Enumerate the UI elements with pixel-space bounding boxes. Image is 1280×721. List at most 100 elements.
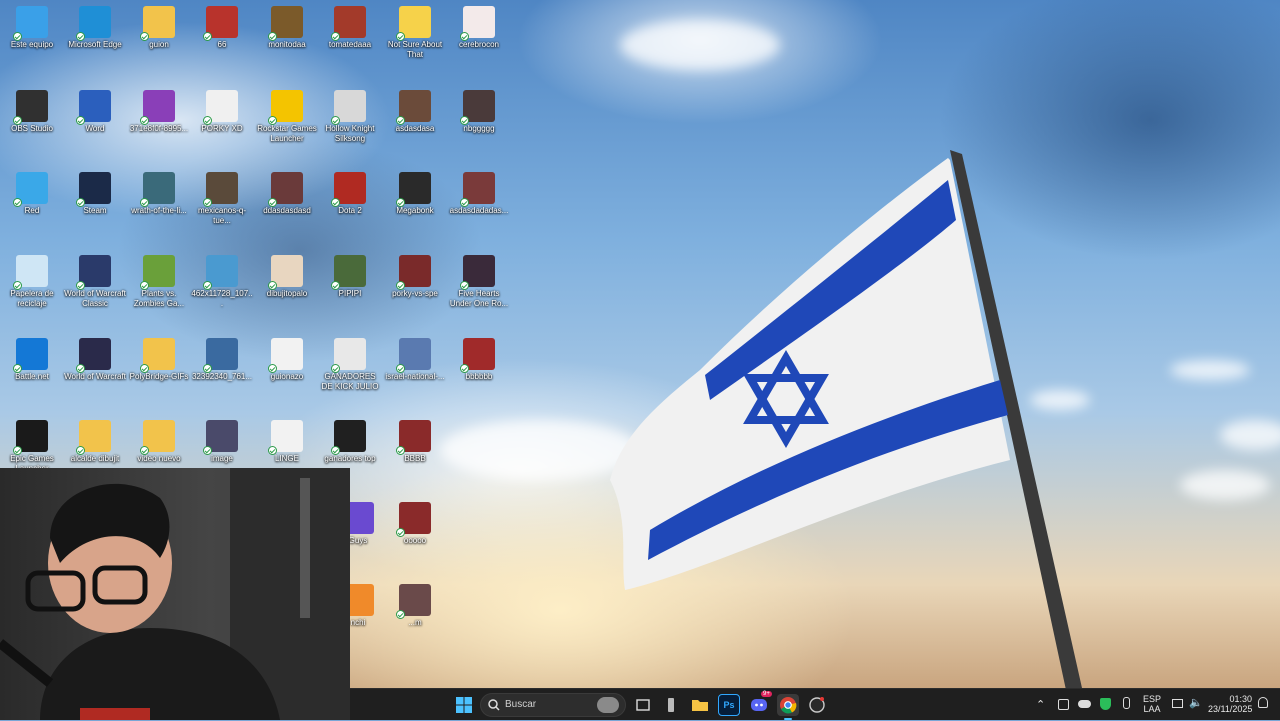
desktop-icon[interactable]: Rockstar Games Launcher (255, 86, 319, 166)
desktop-icon-label: Papelera de reciclaje (10, 289, 54, 308)
windows-logo-icon (456, 697, 472, 713)
desktop-icon[interactable]: Not Sure About That (383, 2, 447, 82)
desktop-icon[interactable]: GANADORES DE KICK JULIO (318, 334, 382, 414)
desktop-icon[interactable]: PIPIPI (318, 251, 382, 331)
desktop-icon[interactable]: PolyBridge-GIFs (127, 334, 191, 414)
desktop-icon-label: wrath-of-the-li... (131, 206, 187, 215)
taskbar-app-obs[interactable] (806, 694, 828, 716)
desktop-icon[interactable]: OBS Studio (0, 86, 64, 166)
desktop-icon-label: Steam (83, 206, 107, 215)
sync-status-check-icon (76, 32, 85, 41)
desktop-icon[interactable]: Battle.net (0, 334, 64, 414)
desktop-icon-label: PolyBridge-GIFs (129, 372, 189, 381)
desktop-icon[interactable]: 371e8f0f-8995... (127, 86, 191, 166)
desktop-icon[interactable]: ddasdasdasd (255, 168, 319, 248)
sync-status-check-icon (331, 198, 340, 207)
desktop-icon[interactable]: tomatedaaa (318, 2, 382, 82)
desktop-icon[interactable]: Dota 2 (318, 168, 382, 248)
start-button[interactable] (453, 694, 475, 716)
desktop-icon-image-icon (203, 6, 238, 41)
obs-icon (809, 697, 825, 713)
clock-time: 01:30 (1229, 694, 1252, 704)
sync-status-check-icon (460, 32, 469, 41)
desktop-icon-label: alcalde dibujit (70, 454, 120, 463)
sync-status-check-icon (76, 364, 85, 373)
desktop-icon[interactable]: mexicanos-q-tue... (190, 168, 254, 248)
taskbar-app-device[interactable] (660, 694, 682, 716)
desktop-icon-label: 371e8f0f-8995... (129, 124, 189, 133)
desktop-icon-label: guion (149, 40, 169, 49)
desktop-icon-label: nbggggg (463, 124, 495, 133)
sync-status-check-icon (396, 198, 405, 207)
desktop-icon[interactable]: Papelera de reciclaje (0, 251, 64, 331)
desktop-icon[interactable]: Este equipo (0, 2, 64, 82)
taskbar-app-file-explorer[interactable] (689, 694, 711, 716)
taskbar-app-discord[interactable]: 9+ (748, 691, 772, 716)
clock[interactable]: 01:30 23/11/2025 (1208, 694, 1252, 714)
desktop-icon[interactable]: bbbbbb (447, 334, 511, 414)
desktop-icon[interactable]: guion (127, 2, 191, 82)
desktop-icon[interactable]: asdasdasa (383, 86, 447, 166)
desktop-icon-image-icon (396, 90, 431, 125)
network-icon[interactable] (1172, 699, 1183, 708)
desktop-icon[interactable]: Megabonk (383, 168, 447, 248)
desktop-icon[interactable]: PORKY XD (190, 86, 254, 166)
desktop-icon[interactable]: israel-national-... (383, 334, 447, 414)
desktop-icon[interactable]: dibujitopalo (255, 251, 319, 331)
taskbar-search-box[interactable]: Buscar (480, 693, 626, 717)
desktop-icon[interactable]: nbggggg (447, 86, 511, 166)
tray-overflow-chevron-icon[interactable]: ⌃ (1036, 698, 1045, 711)
notification-bell-icon[interactable] (1258, 697, 1268, 708)
search-placeholder: Buscar (505, 699, 537, 710)
microphone-icon[interactable] (1123, 697, 1130, 709)
desktop-icon[interactable]: cerebrocon (447, 2, 511, 82)
desktop-icon[interactable]: porky-vs-spe (383, 251, 447, 331)
desktop-icon[interactable]: guionazo (255, 334, 319, 414)
desktop-icon-label: ddasdasdasd (263, 206, 311, 215)
desktop-icon-label: GANADORES DE KICK JULIO (321, 372, 379, 391)
desktop-icon[interactable]: 32392340_761... (190, 334, 254, 414)
desktop-icon[interactable]: wrath-of-the-li... (127, 168, 191, 248)
desktop-icon-image-icon (76, 172, 111, 207)
desktop-icon[interactable]: ooooo (383, 498, 447, 578)
desktop-icon[interactable]: 462x11728_107... (190, 251, 254, 331)
onedrive-cloud-icon[interactable] (1078, 700, 1091, 708)
taskbar-app-photoshop[interactable]: Ps (718, 694, 740, 716)
desktop-icon-image-icon (396, 6, 431, 41)
desktop-icon[interactable]: Word (63, 86, 127, 166)
desktop-icon[interactable]: Five Hearts Under One Ro... (447, 251, 511, 331)
sync-status-check-icon (460, 116, 469, 125)
desktop-icon[interactable]: BBBB (383, 416, 447, 496)
desktop-icon[interactable]: Red (0, 168, 64, 248)
defender-shield-icon[interactable] (1100, 698, 1111, 710)
desktop-icon[interactable]: Plants vs. Zombies Ga... (127, 251, 191, 331)
desktop-icon[interactable]: 66 (190, 2, 254, 82)
folder-icon (692, 700, 708, 711)
tray-app-icon-1[interactable] (1058, 699, 1069, 710)
desktop-icon-image-icon (396, 255, 431, 290)
desktop-icon[interactable]: monitodaa (255, 2, 319, 82)
volume-icon[interactable]: 🔈 (1189, 696, 1203, 709)
desktop-icon[interactable]: Hollow Knight Silksong (318, 86, 382, 166)
task-view-button[interactable] (632, 694, 654, 716)
desktop-icon[interactable]: asdasdadadas... (447, 168, 511, 248)
desktop-icon-image-icon (460, 172, 495, 207)
desktop-icon[interactable]: Microsoft Edge (63, 2, 127, 82)
desktop-icon-image-icon (396, 172, 431, 207)
sync-status-check-icon (203, 281, 212, 290)
sync-status-check-icon (268, 198, 277, 207)
language-code: ESP (1143, 694, 1162, 704)
language-indicator[interactable]: ESP LAA (1143, 694, 1161, 714)
desktop-icon[interactable]: Steam (63, 168, 127, 248)
desktop-icon-image-icon (203, 172, 238, 207)
desktop-icon[interactable]: World of Warcraft Classic (63, 251, 127, 331)
desktop-icon-label: asdasdasa (395, 124, 435, 133)
sync-status-check-icon (331, 116, 340, 125)
desktop-icon-image-icon (331, 338, 366, 373)
taskbar-app-chrome[interactable] (777, 694, 799, 720)
desktop-icon-label: tomatedaaa (328, 40, 372, 49)
device-icon (668, 698, 674, 712)
desktop-icon[interactable]: ...m (383, 580, 447, 660)
desktop-icon[interactable]: World of Warcraft (63, 334, 127, 414)
desktop-icon-image-icon (203, 420, 238, 455)
